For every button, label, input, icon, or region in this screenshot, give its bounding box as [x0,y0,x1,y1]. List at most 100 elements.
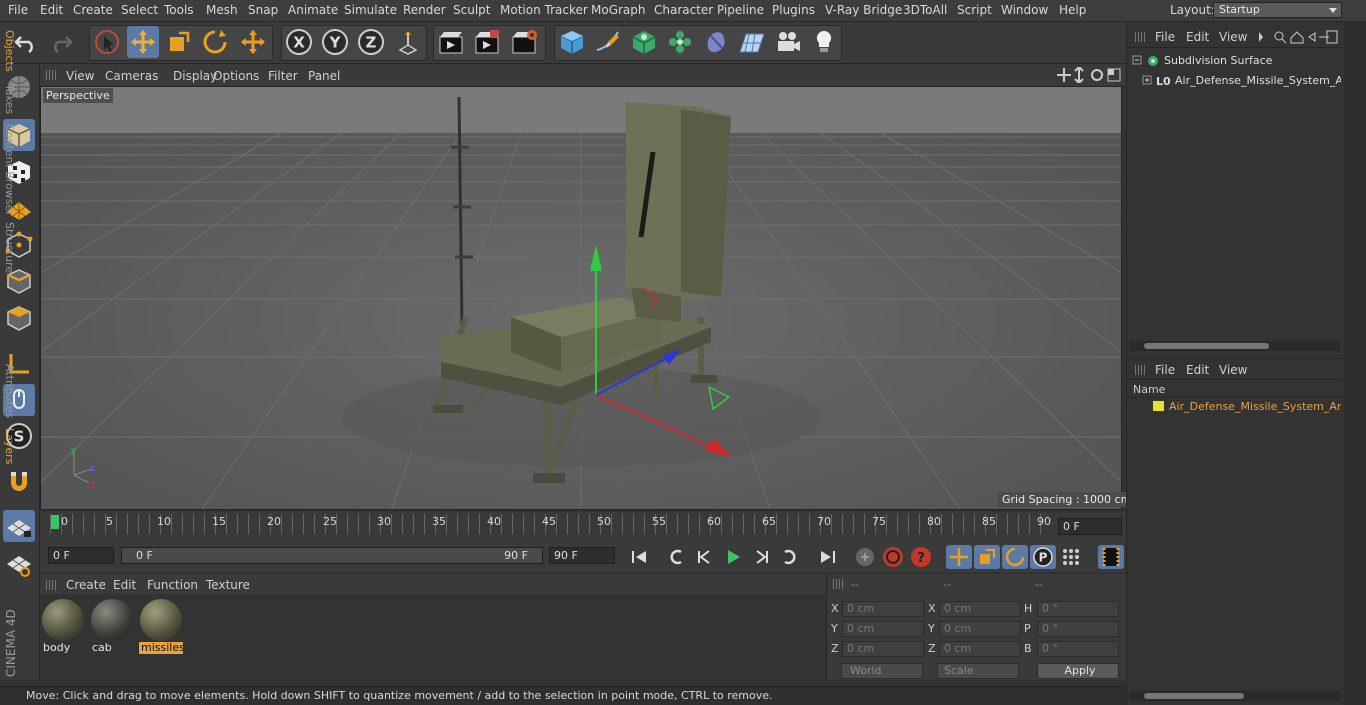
subdivision-surface-icon[interactable] [628,26,660,58]
scale-tool-icon[interactable] [163,26,195,58]
object-row-missile-system[interactable]: L0 Air_Defense_Missile_System_Arm [1141,73,1341,89]
menu-select[interactable]: Select [121,3,158,17]
viewport-menu-cameras[interactable]: Cameras [105,69,158,83]
timeline-window-icon[interactable] [1098,545,1124,569]
record-active-objects-icon[interactable] [852,545,878,569]
viewport-menu-options[interactable]: Options [213,69,259,83]
recent-tools-icon[interactable] [237,26,269,58]
menu-render[interactable]: Render [403,3,446,17]
apply-button[interactable]: Apply [1037,663,1119,679]
menu-character[interactable]: Character [654,3,713,17]
material-menu-texture[interactable]: Texture [206,578,250,592]
previous-frame-icon[interactable] [692,545,718,569]
go-to-start-icon[interactable] [627,545,653,569]
menu-file[interactable]: File [8,3,28,17]
record-rotation-icon[interactable] [1002,545,1028,569]
scrollbar-thumb[interactable] [1144,343,1269,349]
size-y-field[interactable]: 0 cm [939,621,1021,637]
viewport-menu-display[interactable]: Display [173,69,217,83]
tab-layers[interactable]: Layers [3,428,16,464]
start-frame-field[interactable]: 0 F [48,547,114,564]
layers-horizontal-scrollbar[interactable] [1130,691,1340,701]
size-z-field[interactable]: 0 cm [939,641,1021,657]
menu-snap[interactable]: Snap [248,3,278,17]
tab-content-browser[interactable]: Content Browser [3,124,16,216]
layers-menu-edit[interactable]: Edit [1186,363,1209,377]
menu-mesh[interactable]: Mesh [206,3,238,17]
viewport-menu-panel[interactable]: Panel [308,69,340,83]
coordinate-system-icon[interactable] [392,26,424,58]
material-menu-function[interactable]: Function [147,578,198,592]
y-axis-lock-icon[interactable]: Y [319,26,351,58]
menu-mograph[interactable]: MoGraph [591,3,646,17]
menu-window[interactable]: Window [1001,3,1048,17]
scale-mode-select[interactable]: Scale [937,663,1019,679]
tab-structure[interactable]: Structure [3,222,16,273]
autokeying-icon[interactable] [880,545,906,569]
layers-menu-file[interactable]: File [1155,363,1175,377]
menu-edit[interactable]: Edit [40,3,63,17]
play-icon[interactable] [720,545,746,569]
coordinate-mode-select[interactable]: World [841,663,923,679]
menu-simulate[interactable]: Simulate [344,3,397,17]
layers-column-header[interactable]: Name [1127,382,1343,398]
menu-animate[interactable]: Animate [288,3,338,17]
menu-help[interactable]: Help [1059,3,1086,17]
position-y-field[interactable]: 0 cm [842,621,924,637]
move-tool-icon[interactable] [127,26,159,58]
layer-color-swatch[interactable] [1153,401,1164,411]
menu-plugins[interactable]: Plugins [772,3,815,17]
render-settings-icon[interactable] [508,26,540,58]
redo-icon[interactable] [45,26,77,58]
live-selection-icon[interactable] [91,26,123,58]
record-parameter-icon[interactable]: P [1030,545,1056,569]
floor-icon[interactable] [736,26,768,58]
playhead[interactable] [51,515,59,529]
menu-pipeline[interactable]: Pipeline [717,3,764,17]
viewport-menu-view[interactable]: View [66,69,94,83]
rotate-tool-icon[interactable] [199,26,231,58]
record-position-icon[interactable] [946,545,972,569]
material-swatch[interactable]: missiles [139,598,185,655]
menu-3dtoall[interactable]: 3DToAll [903,3,947,17]
objects-horizontal-scrollbar[interactable] [1130,341,1340,351]
menu-motion-tracker[interactable]: Motion Tracker [500,3,588,17]
position-z-field[interactable]: 0 cm [842,641,924,657]
light-icon[interactable] [808,26,840,58]
material-menu-edit[interactable]: Edit [113,578,136,592]
material-menu-create[interactable]: Create [66,578,106,592]
cube-icon[interactable] [556,26,588,58]
tab-attributes[interactable]: Attributes [3,364,16,418]
rotation-b-field[interactable]: 0 ° [1037,641,1119,657]
deformer-icon[interactable] [700,26,732,58]
menu-tools[interactable]: Tools [164,3,194,17]
position-x-field[interactable]: 0 cm [842,601,924,617]
x-axis-lock-icon[interactable]: X [283,26,315,58]
workplane-snap-icon[interactable] [3,548,35,580]
end-frame-field[interactable]: 90 F [549,547,615,564]
material-swatch[interactable]: body [41,598,85,655]
render-view-icon[interactable] [435,26,467,58]
snap-magnet-icon[interactable] [3,466,35,498]
tab-takes[interactable]: Takes [3,84,16,114]
record-scale-icon[interactable] [974,545,1000,569]
tree-expand-icon[interactable] [1131,53,1165,69]
workplane-lock-icon[interactable] [3,510,35,542]
tab-objects[interactable]: Objects [3,30,16,72]
polygons-mode-icon[interactable] [3,302,35,334]
material-swatch[interactable]: cab [90,598,134,655]
perspective-viewport[interactable]: y z x [40,86,1122,510]
objects-menu-edit[interactable]: Edit [1186,30,1209,44]
camera-icon[interactable] [772,26,804,58]
preview-range-slider[interactable]: 0 F 90 F [121,547,543,564]
pen-spline-icon[interactable] [592,26,624,58]
menu-vray-bridge[interactable]: V-Ray Bridge [825,3,902,17]
viewport-menu-filter[interactable]: Filter [268,69,298,83]
next-keyframe-icon[interactable] [776,545,802,569]
previous-keyframe-icon[interactable] [664,545,690,569]
layers-menu-view[interactable]: View [1219,363,1247,377]
rotation-p-field[interactable]: 0 ° [1037,621,1119,637]
object-row-subdivision[interactable]: Subdivision Surface [1131,53,1341,69]
z-axis-lock-icon[interactable]: Z [355,26,387,58]
objects-menu-file[interactable]: File [1155,30,1175,44]
